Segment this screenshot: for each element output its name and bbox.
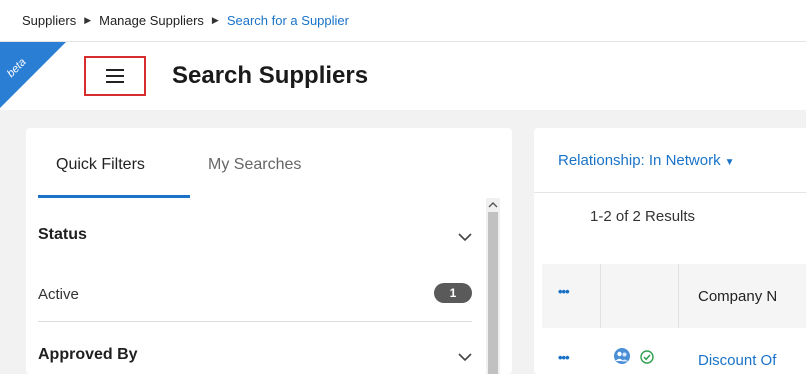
results-count: 1-2 of 2 Results: [590, 208, 696, 225]
status-option-label: Active: [38, 286, 79, 303]
breadcrumb-suppliers[interactable]: Suppliers: [22, 13, 76, 28]
company-name-link[interactable]: Discount Of: [698, 352, 776, 369]
breadcrumb: Suppliers ▶ Manage Suppliers ▶ Search fo…: [0, 0, 806, 42]
relationship-filter-label: Relationship: In Network: [558, 152, 721, 169]
breadcrumb-separator-icon: ▶: [84, 15, 92, 25]
caret-down-icon: ▼: [724, 157, 735, 168]
column-divider: [600, 264, 601, 328]
more-actions-icon[interactable]: •••: [558, 284, 570, 299]
filter-list: Status Active 1 Approved By: [38, 198, 472, 374]
column-divider: [678, 264, 679, 328]
approved-by-filter-title: Approved By: [38, 346, 138, 363]
breadcrumb-manage-suppliers[interactable]: Manage Suppliers: [99, 13, 204, 28]
filter-scrollbar[interactable]: [486, 198, 500, 374]
row-actions-icon[interactable]: •••: [558, 350, 570, 365]
page-header: beta Search Suppliers: [0, 42, 806, 110]
filter-panel: Quick Filters My Searches Status Active …: [26, 128, 512, 374]
status-filter-header[interactable]: Status: [38, 198, 472, 268]
chevron-down-icon: [458, 233, 472, 242]
tab-my-searches[interactable]: My Searches: [208, 156, 301, 174]
scroll-up-arrow-icon[interactable]: [486, 198, 500, 212]
approved-by-filter-header[interactable]: Approved By: [38, 322, 472, 374]
column-header-company-name[interactable]: Company N: [698, 288, 777, 305]
breadcrumb-separator-icon: ▶: [211, 15, 219, 25]
breadcrumb-search-supplier[interactable]: Search for a Supplier: [227, 13, 349, 28]
verified-check-icon: [640, 350, 654, 364]
filter-tabs: Quick Filters My Searches: [26, 128, 512, 198]
beta-ribbon: beta: [0, 42, 70, 112]
table-header: ••• Company N: [542, 264, 806, 328]
count-badge: 1: [434, 283, 472, 303]
tab-quick-filters[interactable]: Quick Filters: [56, 156, 145, 174]
divider: [534, 192, 806, 193]
results-panel: Relationship: In Network ▼ 1-2 of 2 Resul…: [534, 128, 806, 374]
status-filter-title: Status: [38, 226, 87, 243]
page-title: Search Suppliers: [172, 62, 369, 89]
relationship-filter-dropdown[interactable]: Relationship: In Network ▼: [558, 152, 734, 169]
status-option-active[interactable]: Active 1: [38, 268, 472, 322]
table-row: ••• Discount Of: [542, 328, 806, 374]
supplier-group-icon: [614, 348, 630, 364]
hamburger-menu-icon: [106, 69, 124, 83]
scrollbar-thumb[interactable]: [488, 212, 498, 374]
chevron-down-icon: [458, 353, 472, 362]
menu-button[interactable]: [84, 56, 146, 96]
